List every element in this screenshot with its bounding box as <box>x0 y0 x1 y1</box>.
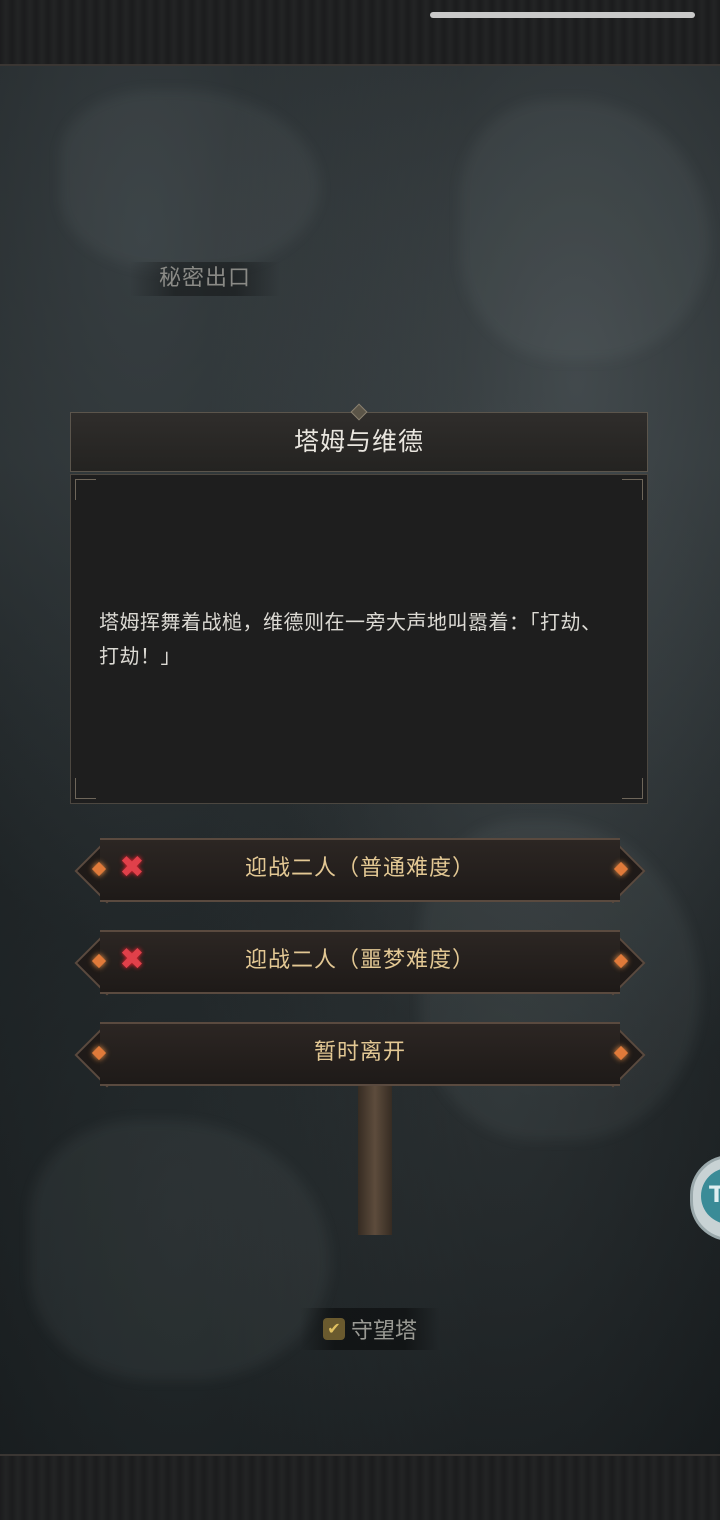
event-dialog: 塔姆与维德 塔姆挥舞着战槌，维德则在一旁大声地叫嚣着：「打劫、打劫！」 <box>70 403 648 804</box>
map-location-watchtower[interactable]: ✔ 守望塔 <box>300 1308 440 1350</box>
dialog-body: 塔姆挥舞着战槌，维德则在一旁大声地叫嚣着：「打劫、打劫！」 <box>70 474 648 804</box>
choice-label: 暂时离开 <box>313 1040 406 1065</box>
bottom-frame <box>0 1454 720 1520</box>
choice-label: 迎战二人（普通难度） <box>244 856 475 881</box>
map-rock <box>460 100 710 360</box>
home-indicator[interactable] <box>430 12 695 18</box>
dialog-title-bar: 塔姆与维德 <box>70 403 648 472</box>
corner-ornament <box>622 479 643 500</box>
corner-ornament <box>75 479 96 500</box>
map-location-secret-exit[interactable]: 秘密出口 <box>130 262 280 296</box>
map-rock <box>60 90 320 270</box>
choice-fight-nightmare-button[interactable]: ✖ 迎战二人（噩梦难度） <box>74 930 646 996</box>
dialog-title: 塔姆与维德 <box>293 427 424 456</box>
map-pillar <box>358 1085 392 1235</box>
choice-leave-button[interactable]: 暂时离开 <box>74 1022 646 1088</box>
check-shield-icon: ✔ <box>322 1318 345 1340</box>
corner-ornament <box>75 778 96 799</box>
dialog-text: 塔姆挥舞着战槌，维德则在一旁大声地叫嚣着：「打劫、打劫！」 <box>99 610 602 668</box>
game-screen: 秘密出口 塔姆与维德 塔姆挥舞着战槌，维德则在一旁大声地叫嚣着：「打劫、打劫！」… <box>0 0 720 1520</box>
choice-fight-normal-button[interactable]: ✖ 迎战二人（普通难度） <box>74 838 646 904</box>
watchtower-label: 守望塔 <box>350 1319 417 1344</box>
side-button-icon: T <box>701 1168 720 1224</box>
side-floating-button[interactable]: T <box>690 1155 720 1241</box>
corner-ornament <box>622 778 643 799</box>
map-rock <box>30 1120 330 1380</box>
choice-label: 迎战二人（噩梦难度） <box>244 948 475 973</box>
top-frame <box>0 0 720 66</box>
